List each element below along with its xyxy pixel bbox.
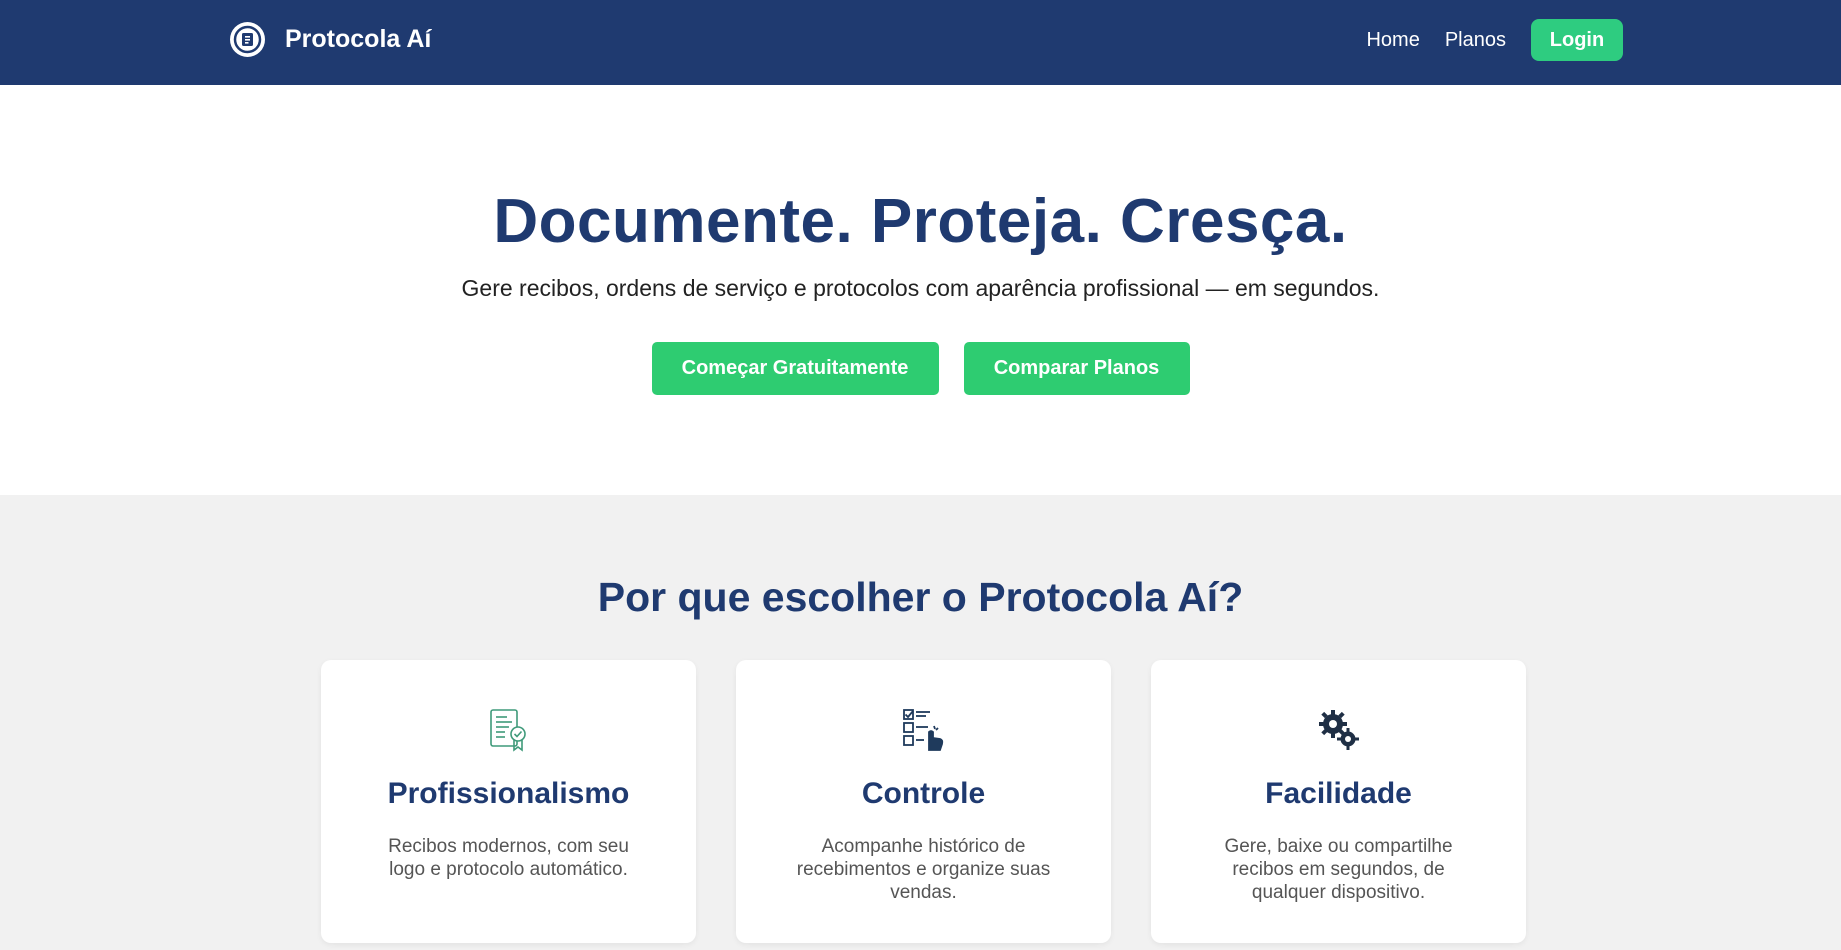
card-title: Controle (861, 777, 986, 810)
brand-logo-icon (230, 22, 265, 57)
feature-card-profissionalismo: Profissionalismo Recibos modernos, com s… (321, 660, 696, 943)
card-title: Facilidade (1265, 777, 1412, 810)
brand[interactable]: Protocola Aí (230, 22, 431, 57)
card-text: Gere, baixe ou compartilhe recibos em se… (1224, 836, 1453, 903)
top-navbar: Protocola Aí Home Planos Login (0, 0, 1841, 85)
certificate-icon (485, 706, 533, 754)
hero-section: Documente. Proteja. Cresça. Gere recibos… (0, 85, 1841, 495)
nav-link-home[interactable]: Home (1366, 29, 1419, 52)
feature-card-controle: Controle Acompanhe histórico de recebime… (736, 660, 1111, 943)
feature-cards: Profissionalismo Recibos modernos, com s… (321, 660, 1526, 943)
hero-subtitle: Gere recibos, ordens de serviço e protoc… (461, 275, 1380, 301)
hero-buttons: Começar Gratuitamente Comparar Planos (0, 342, 1841, 395)
features-section: Por que escolher o Protocola Aí? Profiss… (0, 495, 1841, 950)
card-text: Acompanhe histórico de recebimentos e or… (796, 836, 1051, 903)
features-title: Por que escolher o Protocola Aí? (597, 574, 1244, 620)
gears-icon (1315, 706, 1363, 754)
start-free-button[interactable]: Começar Gratuitamente (651, 342, 939, 395)
hero-title: Documente. Proteja. Cresça. (493, 187, 1348, 256)
checklist-icon (900, 706, 948, 754)
card-text: Recibos modernos, com seu logo e protoco… (388, 836, 629, 880)
login-button[interactable]: Login (1531, 19, 1623, 61)
nav-links: Home Planos Login (1366, 19, 1623, 61)
brand-name: Protocola Aí (285, 25, 432, 53)
card-title: Profissionalismo (387, 777, 630, 810)
feature-card-facilidade: Facilidade Gere, baixe ou compartilhe re… (1151, 660, 1526, 943)
nav-link-planos[interactable]: Planos (1445, 29, 1506, 52)
compare-plans-button[interactable]: Comparar Planos (963, 342, 1190, 395)
